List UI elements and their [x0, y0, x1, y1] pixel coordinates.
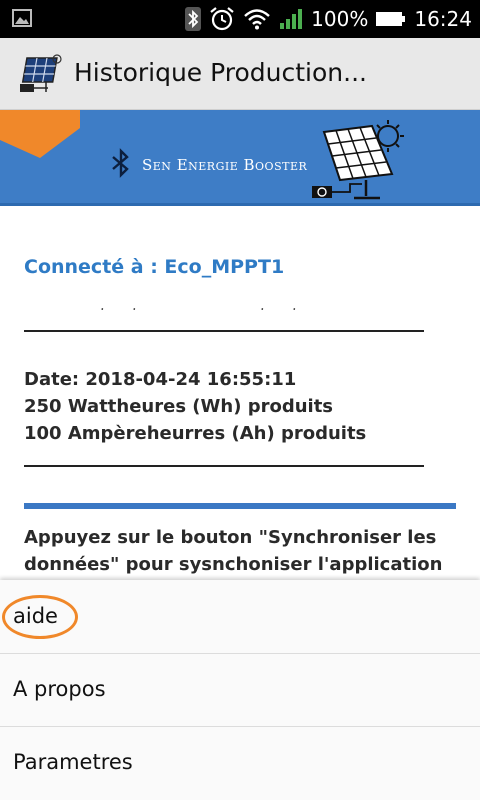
battery-percent: 100%	[311, 7, 369, 31]
clipped-glyph: ,	[132, 302, 137, 310]
clipped-glyph: ,	[260, 302, 265, 310]
menu-item-parametres[interactable]: Parametres	[0, 728, 480, 800]
action-bar: Historique Production...	[0, 38, 480, 110]
menu-item-label: aide	[13, 604, 58, 628]
clipped-glyph: ,	[292, 302, 297, 310]
bluetooth-icon	[110, 148, 132, 178]
record-amp-hours: 100 Ampèreheurres (Ah) produits	[24, 423, 367, 444]
menu-item-a-propos[interactable]: A propos	[0, 655, 480, 727]
divider	[24, 330, 424, 332]
wifi-icon	[243, 0, 271, 38]
orange-corner-shape	[0, 110, 80, 158]
signal-icon	[279, 0, 303, 38]
clipped-glyph: ,	[100, 302, 105, 310]
solar-panel-logo-icon	[310, 118, 420, 203]
section-separator	[24, 503, 456, 509]
battery-icon	[376, 0, 406, 38]
production-record: Date: 2018-04-24 16:55:11 250 Wattheures…	[24, 366, 366, 447]
record-watt-hours: 250 Wattheures (Wh) produits	[24, 396, 334, 417]
solar-panel-icon[interactable]	[18, 52, 64, 96]
history-content: Connecté à : Eco_MPPT1 , , , , Date: 201…	[0, 206, 480, 580]
divider	[24, 465, 424, 467]
bluetooth-icon	[185, 0, 202, 38]
brand-name: Sen Energie Booster	[142, 156, 308, 174]
sync-instructions: Appuyez sur le bouton "Synchroniser les …	[24, 527, 443, 575]
status-bar: 100% 16:24	[0, 0, 480, 38]
brand-banner: Sen Energie Booster	[0, 110, 480, 206]
image-notification-icon	[12, 9, 32, 27]
record-date: Date: 2018-04-24 16:55:11	[24, 369, 297, 390]
clock: 16:24	[414, 7, 472, 31]
overflow-menu: aide A propos Parametres	[0, 580, 480, 800]
connection-status: Connecté à : Eco_MPPT1	[24, 256, 285, 278]
menu-item-label: Parametres	[13, 750, 133, 774]
page-title: Historique Production...	[74, 58, 367, 87]
menu-item-label: A propos	[13, 677, 106, 701]
menu-item-aide[interactable]: aide	[0, 582, 480, 654]
alarm-icon	[209, 0, 235, 38]
clipped-text-line: , , , ,	[24, 302, 404, 310]
